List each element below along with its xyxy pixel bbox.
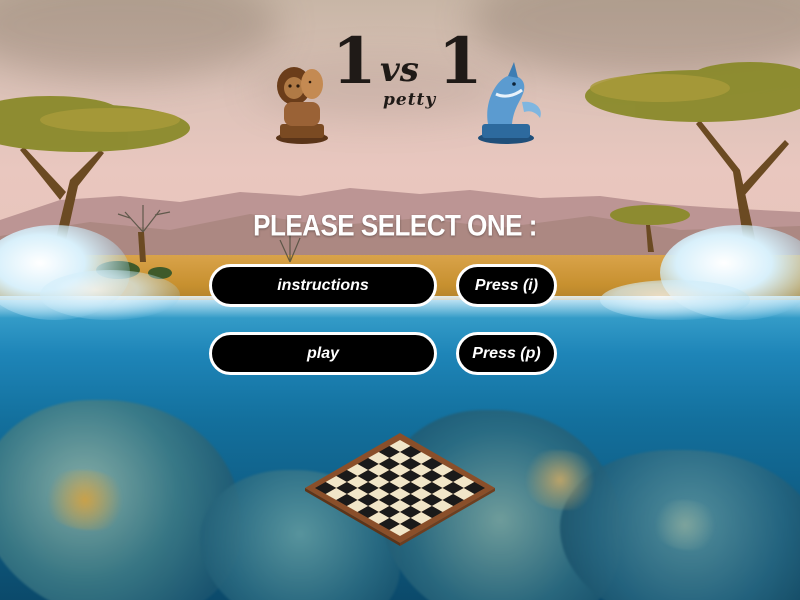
- game-menu-screen: 1 vs 1 petty PLEASE SELECT ONE : instruc…: [0, 0, 800, 600]
- game-title: 1 vs 1 petty: [270, 24, 550, 144]
- title-subtitle: petty: [383, 90, 437, 110]
- instructions-button[interactable]: instructions: [209, 264, 437, 307]
- title-number-left: 1: [332, 24, 377, 99]
- right-wave-foam: [600, 280, 750, 320]
- instructions-button-label: instructions: [277, 276, 369, 294]
- instructions-key-hint[interactable]: Press (i): [456, 264, 557, 307]
- title-vs: vs: [380, 50, 419, 90]
- play-button-label: play: [306, 344, 339, 362]
- left-wave-foam: [40, 270, 180, 320]
- play-button[interactable]: play: [209, 332, 437, 375]
- select-heading: PLEASE SELECT ONE :: [253, 207, 537, 243]
- instructions-key-label: Press (i): [474, 276, 539, 294]
- shark-chess-piece-icon: [478, 62, 541, 144]
- chessboard-icon: [305, 433, 495, 546]
- play-key-label: Press (p): [472, 344, 541, 362]
- play-key-hint[interactable]: Press (p): [456, 332, 557, 375]
- lion-chess-piece-icon: [276, 67, 328, 144]
